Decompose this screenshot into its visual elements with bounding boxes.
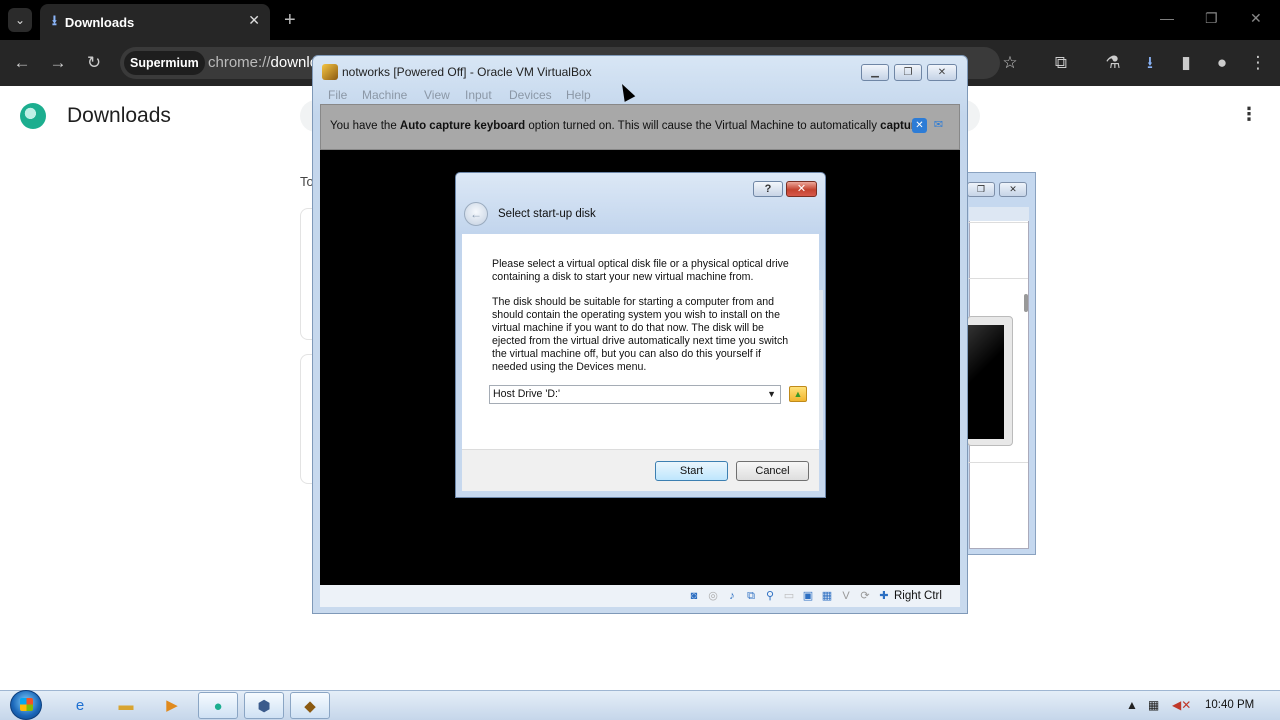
menu-input[interactable]: Input <box>465 87 492 103</box>
labs-flask-icon[interactable]: ⚗ <box>1102 52 1124 74</box>
dialog-description-text: The disk should be suitable for starting… <box>492 296 789 373</box>
site-chip[interactable]: Supermium <box>124 51 205 75</box>
back-arrow-icon[interactable]: ← <box>464 202 488 226</box>
choose-disk-file-icon[interactable]: ▲ <box>789 386 807 402</box>
banner-text-1: You have the <box>330 120 400 132</box>
windows-taskbar <box>0 690 1280 720</box>
new-tab-button[interactable]: + <box>284 8 296 32</box>
start-button[interactable] <box>10 690 42 720</box>
side-panel-icon[interactable]: ▮ <box>1175 52 1197 74</box>
optical-drive-icon[interactable]: ◎ <box>705 588 721 604</box>
vm-window-title: notworks [Powered Off] - Oracle VM Virtu… <box>342 65 592 79</box>
mouse-integration-icon[interactable]: ⟳ <box>857 588 873 604</box>
menu-devices[interactable]: Devices <box>509 87 552 103</box>
url-host: downlo <box>270 54 319 71</box>
forward-icon[interactable]: → <box>47 52 69 74</box>
chevron-down-icon: ▼ <box>767 389 776 399</box>
windows-logo-icon <box>20 698 33 711</box>
divider <box>968 278 1028 279</box>
video-capture-icon[interactable]: ▦ <box>819 588 835 604</box>
keyboard-capture-icon[interactable]: ✚ <box>876 588 892 604</box>
selected-drive-value: Host Drive 'D:' <box>493 388 561 400</box>
shared-folder-icon[interactable]: ▭ <box>781 588 797 604</box>
tab-title: Downloads <box>64 14 135 30</box>
vm-minimize-icon[interactable]: ▁ <box>861 64 889 81</box>
tab-close-icon[interactable]: ✕ <box>248 12 260 29</box>
tab-search-button[interactable]: ⌄ <box>8 8 32 32</box>
downloads-menu-icon[interactable]: ⋮ <box>1240 104 1258 125</box>
taskbar-clock[interactable]: 10:40 PM <box>1205 698 1254 712</box>
bg-maximize-icon[interactable]: ❐ <box>967 182 995 197</box>
manager-toolbar <box>969 207 1029 221</box>
browser-menu-icon[interactable]: ⋮ <box>1247 52 1269 74</box>
display-icon[interactable]: ▣ <box>800 588 816 604</box>
window-close-icon[interactable]: ✕ <box>1250 10 1262 27</box>
downloads-toolbar-icon[interactable]: ⭳ <box>1139 52 1161 74</box>
reload-icon[interactable]: ↻ <box>83 52 105 74</box>
network-tray-icon[interactable]: ▦ <box>1148 697 1159 713</box>
dialog-intro-text: Please select a virtual optical disk fil… <box>492 258 789 283</box>
banner-text-2: option turned on. This will cause the Vi… <box>525 120 881 132</box>
bg-close-icon[interactable]: ✕ <box>999 182 1027 197</box>
menu-machine[interactable]: Machine <box>362 87 407 103</box>
network-icon[interactable]: ⧉ <box>743 588 759 604</box>
usb-icon[interactable]: ⚲ <box>762 588 778 604</box>
hard-disk-icon[interactable]: ◙ <box>686 588 702 604</box>
supermium-icon[interactable]: ● <box>198 692 238 719</box>
menu-view[interactable]: View <box>424 87 450 103</box>
vm-close-icon[interactable]: ✕ <box>927 64 957 81</box>
url-scheme: chrome:// <box>208 54 271 71</box>
divider <box>968 462 1028 463</box>
extensions-icon[interactable]: ⧉ <box>1050 52 1072 74</box>
volume-muted-icon[interactable]: ◀✕ <box>1172 697 1191 713</box>
menu-file[interactable]: File <box>328 87 347 103</box>
cancel-button[interactable]: Cancel <box>736 461 809 481</box>
bookmark-star-icon[interactable]: ☆ <box>999 52 1021 74</box>
media-player-icon[interactable]: ▶ <box>152 692 192 719</box>
optical-disk-select[interactable]: Host Drive 'D:' ▼ <box>489 385 781 404</box>
dialog-scrollbar <box>819 290 823 440</box>
vm-preview-thumbnail <box>967 316 1013 446</box>
show-hidden-icons[interactable]: ▲ <box>1126 697 1138 713</box>
banner-bold-1: Auto capture keyboard <box>399 120 526 132</box>
restore-icon[interactable]: ❐ <box>1205 10 1218 27</box>
dialog-title: Select start-up disk <box>498 208 596 220</box>
minimize-icon[interactable]: — <box>1160 10 1174 26</box>
virtualbox-manager-icon[interactable]: ⬢ <box>244 692 284 719</box>
status-icons: ◙ ◎ ♪ ⧉ ⚲ ▭ ▣ ▦ V ⟳ ✚ <box>686 588 892 604</box>
banner-dont-show-icon[interactable]: ✉ <box>930 118 947 133</box>
divider <box>968 222 1028 223</box>
banner-close-icon[interactable]: ✕ <box>912 118 927 133</box>
start-button[interactable]: Start <box>655 461 728 481</box>
back-icon[interactable]: ← <box>11 52 33 74</box>
url-text[interactable]: chrome://downlo <box>208 52 318 74</box>
preview-screen <box>968 325 1004 439</box>
dialog-help-button[interactable]: ? <box>753 181 783 197</box>
supermium-logo-icon <box>20 103 46 129</box>
virtualization-icon[interactable]: V <box>838 588 854 604</box>
virtualbox-vm-icon[interactable]: ◆ <box>290 692 330 719</box>
audio-icon[interactable]: ♪ <box>724 588 740 604</box>
tab-downloads[interactable]: ⭳ Downloads ✕ <box>40 4 270 40</box>
folder-icon[interactable]: ▬ <box>106 692 146 719</box>
banner-message: You have the Auto capture keyboard optio… <box>330 118 922 134</box>
virtualbox-app-icon <box>322 64 338 80</box>
manager-scrollbar[interactable] <box>1024 294 1028 312</box>
menu-help[interactable]: Help <box>566 87 591 103</box>
vm-maximize-icon[interactable]: ❐ <box>894 64 922 81</box>
dialog-close-icon[interactable]: ✕ <box>786 181 817 197</box>
internet-explorer-icon[interactable]: e <box>60 692 100 719</box>
page-title: Downloads <box>67 104 171 127</box>
host-key-label: Right Ctrl <box>894 590 942 602</box>
download-icon: ⭳ <box>52 12 57 28</box>
profile-avatar-icon[interactable]: ● <box>1211 52 1233 74</box>
